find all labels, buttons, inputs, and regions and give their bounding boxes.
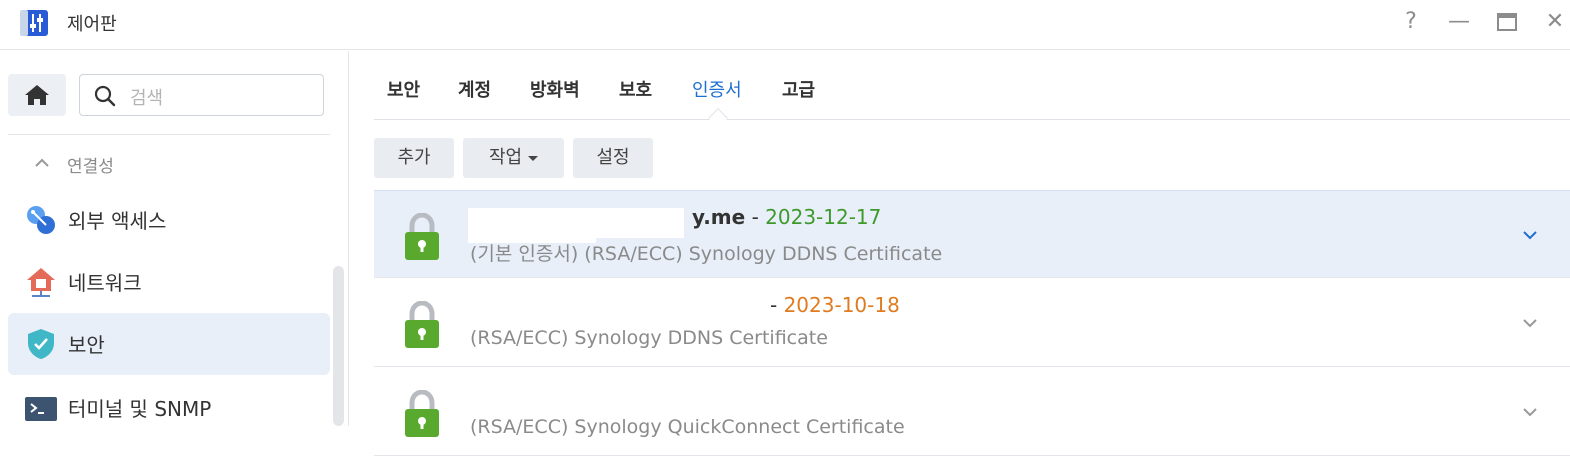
certificate-separator: - (751, 205, 759, 229)
title-bar: 제어판 ? — ✕ (0, 0, 1570, 50)
action-button-label: 작업 (488, 147, 523, 168)
search-placeholder: 검색 (130, 88, 164, 109)
section-label: 연결성 (67, 157, 114, 177)
window-title: 제어판 (67, 14, 117, 35)
sidebar-item-label: 보안 (68, 333, 105, 357)
action-button[interactable]: 작업 (463, 138, 564, 178)
chevron-down-icon[interactable] (1520, 313, 1540, 333)
sidebar-item-security[interactable]: 보안 (8, 313, 330, 375)
sidebar-scrollbar[interactable] (333, 266, 344, 426)
tab-account[interactable]: 계정 (458, 76, 491, 102)
certificate-description: (RSA/ECC) Synology QuickConnect Certific… (470, 416, 905, 438)
sidebar-item-network[interactable]: 네트워크 (8, 251, 330, 313)
tab-certificate[interactable]: 인증서 (692, 76, 742, 102)
certificate-description: (기본 인증서) (RSA/ECC) Synology DDNS Certifi… (470, 243, 943, 265)
help-icon[interactable]: ? (1397, 8, 1425, 36)
certificate-description: (RSA/ECC) Synology DDNS Certificate (470, 327, 828, 349)
add-button[interactable]: 추가 (374, 138, 454, 178)
certificate-title: y.me - 2023-12-17 (692, 205, 881, 229)
terminal-icon (25, 397, 57, 421)
tab-security[interactable]: 보안 (387, 76, 420, 102)
settings-button[interactable]: 설정 (573, 138, 653, 178)
lock-icon (405, 390, 439, 437)
chevron-down-icon[interactable] (1520, 225, 1540, 245)
lock-icon (405, 213, 439, 260)
search-input[interactable]: 검색 (79, 74, 324, 116)
certificate-expiry-date: 2023-12-17 (765, 205, 882, 229)
minimize-icon[interactable]: — (1445, 8, 1473, 36)
certificate-row[interactable]: - 2023-10-18 (RSA/ECC) Synology DDNS Cer… (374, 279, 1570, 367)
control-panel-icon (20, 10, 48, 36)
tab-protection[interactable]: 보호 (619, 76, 652, 102)
sidebar-item-external-access[interactable]: 외부 액세스 (8, 189, 330, 251)
tab-firewall[interactable]: 방화벽 (530, 76, 580, 102)
sidebar-divider (8, 134, 330, 135)
shield-icon (28, 329, 54, 359)
certificate-separator: - (770, 293, 778, 317)
chevron-up-icon (35, 158, 49, 167)
maximize-icon[interactable] (1493, 8, 1521, 36)
tab-bar: 보안 계정 방화벽 보호 인증서 고급 (374, 51, 1570, 128)
sidebar-item-terminal[interactable]: 터미널 및 SNMP (8, 377, 330, 439)
certificate-row[interactable]: y.me - 2023-12-17 (기본 인증서) (RSA/ECC) Syn… (374, 190, 1570, 278)
tab-advanced[interactable]: 고급 (782, 76, 815, 102)
certificate-row[interactable]: (RSA/ECC) Synology QuickConnect Certific… (374, 368, 1570, 456)
main-panel: 보안 계정 방화벽 보호 인증서 고급 추가 작업 설정 y.me - 2023… (350, 51, 1570, 456)
sidebar-item-label: 네트워크 (68, 271, 142, 295)
search-icon (94, 85, 116, 107)
certificate-domain: y.me (692, 205, 746, 229)
certificate-expiry-date: 2023-10-18 (783, 293, 900, 317)
chevron-down-icon[interactable] (1520, 402, 1540, 422)
lock-icon (405, 301, 439, 348)
sidebar: 검색 연결성 외부 액세스 네트워크 보안 터미널 및 SNMP (0, 51, 349, 426)
caret-down-icon (528, 155, 539, 161)
active-tab-indicator (708, 108, 728, 128)
sidebar-item-label: 외부 액세스 (68, 209, 167, 233)
certificate-title: - 2023-10-18 (770, 293, 900, 317)
close-icon[interactable]: ✕ (1541, 8, 1569, 36)
network-house-icon (27, 268, 55, 297)
external-access-icon (27, 206, 55, 234)
home-icon (25, 85, 49, 105)
sidebar-item-label: 터미널 및 SNMP (68, 397, 212, 421)
home-button[interactable] (8, 74, 66, 116)
